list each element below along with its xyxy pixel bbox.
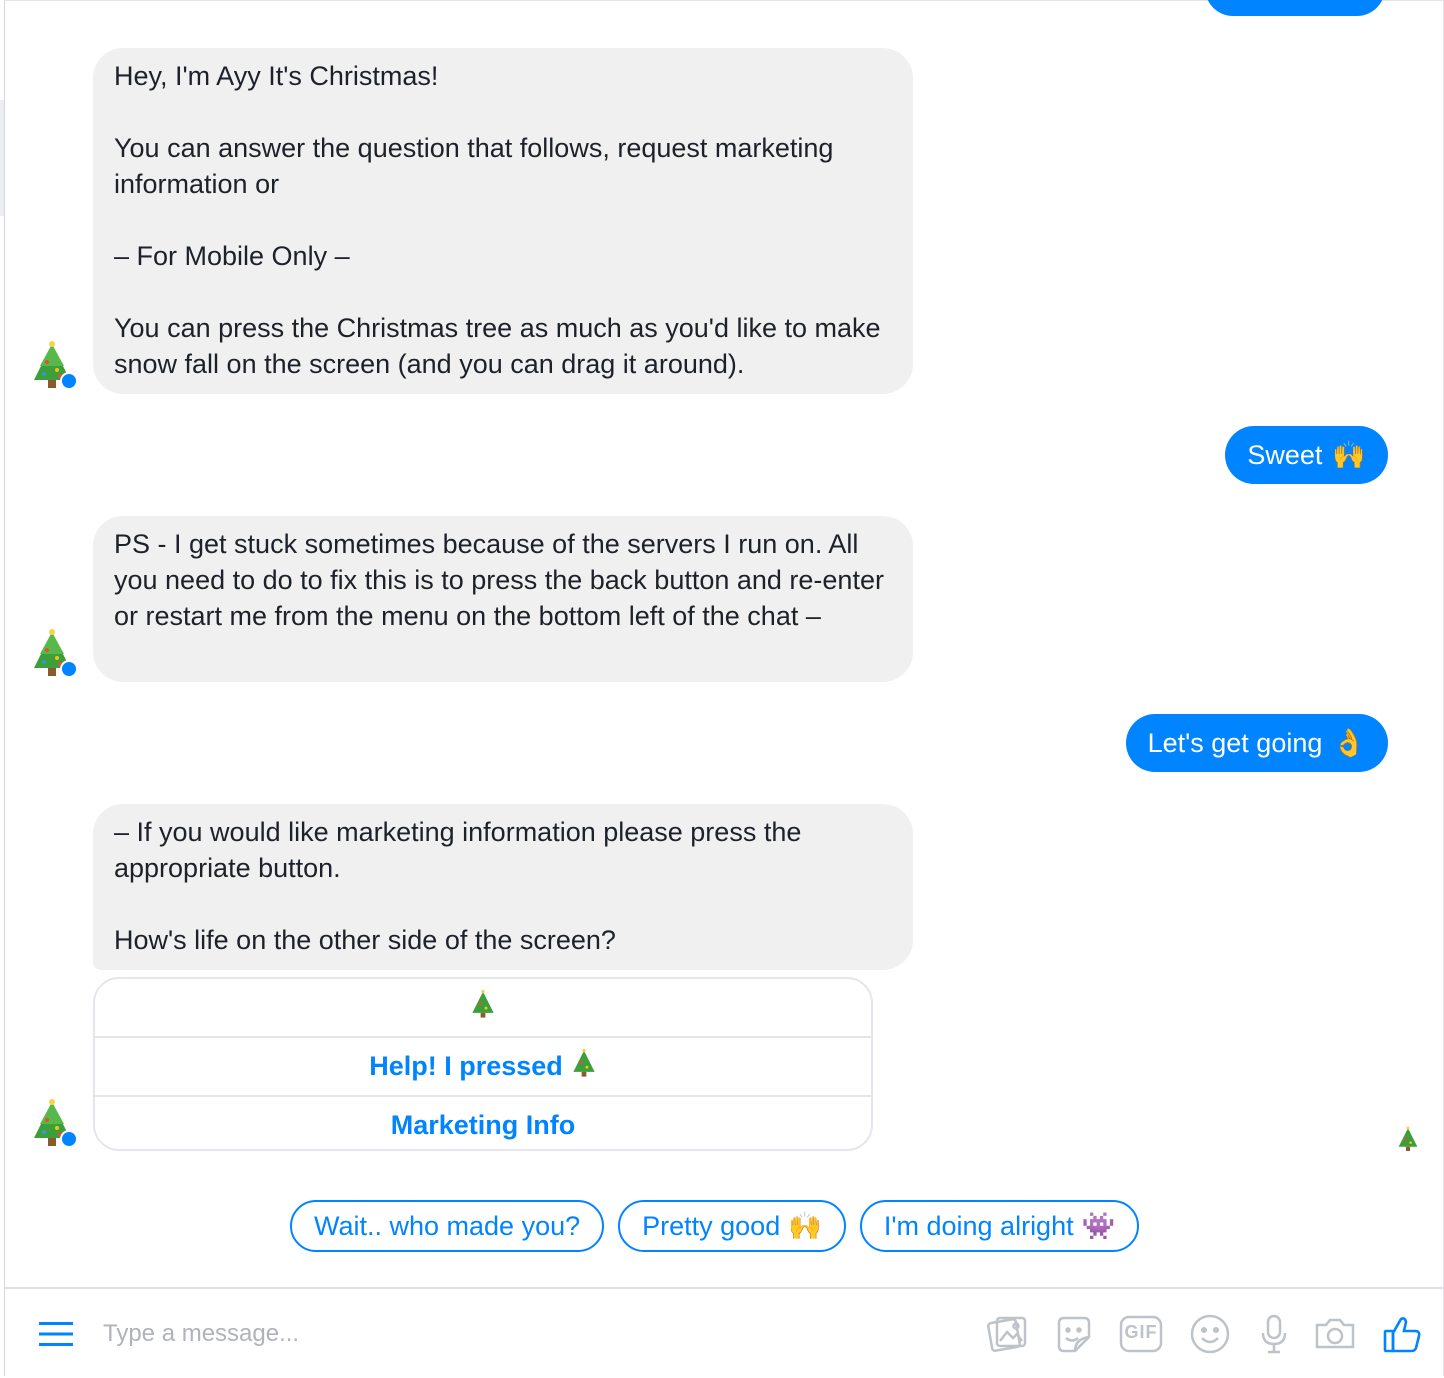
user-message-bubble: Sweet 🙌	[1225, 426, 1388, 484]
quick-reply-who-made-you[interactable]: Wait.. who made you?	[290, 1200, 605, 1252]
bot-message-bubble: – If you would like marketing informatio…	[93, 804, 913, 970]
marketing-info-button[interactable]: Marketing Info	[95, 1095, 871, 1149]
emoji-icon[interactable]	[1189, 1313, 1231, 1360]
window-left-shade	[0, 100, 4, 216]
message-input[interactable]	[101, 1313, 805, 1355]
bot-message-text: Hey, I'm Ayy It's Christmas! You can ans…	[114, 61, 881, 379]
quick-reply-label: I'm doing alright	[883, 1211, 1074, 1241]
messenger-badge-icon	[60, 660, 78, 678]
christmas-tree-icon	[470, 989, 496, 1026]
help-i-pressed-button[interactable]: Help! I pressed	[95, 1036, 871, 1095]
menu-icon[interactable]	[39, 1321, 73, 1352]
gif-icon[interactable]: GIF	[1119, 1313, 1163, 1360]
user-message-text: Sweet	[1247, 440, 1323, 470]
message-composer: GIF	[5, 1287, 1443, 1378]
bot-avatar[interactable]	[30, 1098, 78, 1148]
user-message-bubble: Let's get going 👌	[1125, 714, 1388, 772]
seen-indicator-christmas-tree-icon	[1396, 1126, 1420, 1157]
bot-message-text: PS - I get stuck sometimes because of th…	[114, 529, 884, 631]
ok-hand-emoji: 👌	[1332, 728, 1366, 758]
alien-monster-emoji: 👾	[1081, 1211, 1116, 1241]
image-icon[interactable]	[987, 1313, 1029, 1360]
previous-user-message-bubble	[1205, 0, 1385, 16]
bot-message-bubble: PS - I get stuck sometimes because of th…	[93, 516, 913, 682]
messenger-badge-icon	[60, 1130, 78, 1148]
quick-reply-doing-alright[interactable]: I'm doing alright 👾	[859, 1200, 1140, 1252]
window-left-border	[4, 0, 5, 1376]
sticker-icon[interactable]	[1053, 1313, 1095, 1360]
bot-avatar[interactable]	[30, 340, 78, 390]
messenger-badge-icon	[60, 372, 78, 390]
gif-label: GIF	[1124, 1322, 1158, 1342]
thumbs-up-icon[interactable]	[1381, 1313, 1425, 1360]
user-message-text: Let's get going	[1147, 728, 1323, 758]
button-label: Help! I pressed	[369, 1051, 563, 1081]
button-template-card: Help! I pressed Marketing Info	[93, 977, 873, 1151]
quick-reply-label: Pretty good	[642, 1211, 781, 1241]
card-header	[95, 979, 871, 1036]
quick-reply-label: Wait.. who made you?	[314, 1211, 581, 1241]
bot-message-text: – If you would like marketing informatio…	[114, 817, 802, 955]
quick-reply-pretty-good[interactable]: Pretty good 🙌	[618, 1200, 846, 1252]
bot-message-bubble: Hey, I'm Ayy It's Christmas! You can ans…	[93, 48, 913, 394]
raising-hands-emoji: 🙌	[788, 1211, 822, 1241]
camera-icon[interactable]	[1313, 1313, 1357, 1360]
bot-avatar[interactable]	[30, 628, 78, 678]
microphone-icon[interactable]	[1257, 1313, 1291, 1360]
raising-hands-emoji: 🙌	[1332, 440, 1366, 470]
button-label: Marketing Info	[390, 1110, 576, 1140]
quick-replies: Wait.. who made you? Pretty good 🙌 I'm d…	[290, 1200, 1140, 1252]
christmas-tree-icon	[571, 1048, 597, 1085]
